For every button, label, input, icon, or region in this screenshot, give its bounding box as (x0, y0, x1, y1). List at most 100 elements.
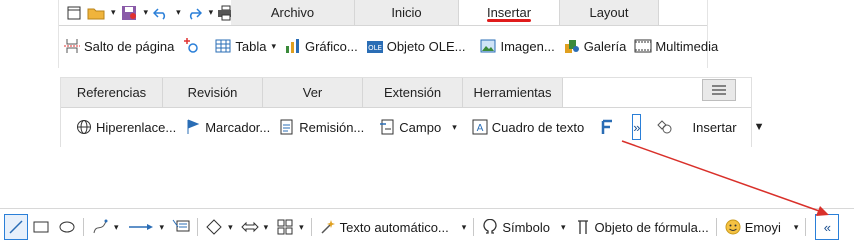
ole-object-button[interactable]: OLE Objeto OLE... (362, 33, 470, 59)
double-arrow-icon (240, 218, 259, 236)
image-button[interactable]: Imagen... (475, 33, 558, 59)
separator (197, 218, 199, 236)
callout-tool-button[interactable] (168, 214, 194, 240)
hyperlink-button[interactable]: Hiperenlace... (71, 114, 180, 140)
gallery-button[interactable]: Galería (559, 33, 631, 59)
curve-tool-button[interactable]: ▾ (87, 214, 123, 240)
shapes-icon (656, 118, 674, 136)
tab-insertar[interactable]: Insertar (459, 0, 559, 25)
formula-icon (574, 218, 592, 236)
ellipse-icon (58, 218, 76, 236)
tab-extension[interactable]: Extensión (363, 78, 463, 107)
rectangle-tool-button[interactable] (28, 214, 54, 240)
diamond-icon (205, 218, 223, 236)
bookmark-icon (184, 118, 202, 136)
flowchart-dropdown-icon[interactable]: ▾ (299, 222, 304, 233)
page-break-button[interactable]: Salto de página (59, 33, 178, 59)
basic-shapes-button[interactable]: ▾ (201, 214, 237, 240)
arrow-line-dropdown-icon[interactable]: ▾ (160, 222, 165, 233)
open-dropdown-icon[interactable]: ▾ (111, 7, 116, 18)
curve-icon (91, 218, 109, 236)
tab-row: Referencias Revisión Ver Extensión Herra… (61, 78, 751, 108)
multimedia-button[interactable]: Multimedia (630, 33, 722, 59)
tab-referencias[interactable]: Referencias (61, 78, 163, 107)
insert-field-button[interactable] (178, 33, 204, 59)
text-box-icon: A (471, 118, 489, 136)
tab-layout[interactable]: Layout (559, 0, 659, 25)
tab-archivo[interactable]: Archivo (231, 0, 355, 25)
menu-button[interactable] (702, 79, 736, 101)
basic-shapes-dropdown-icon[interactable]: ▾ (228, 222, 233, 233)
separator (310, 218, 312, 236)
line-icon (9, 220, 23, 234)
tab-revision[interactable]: Revisión (163, 78, 263, 107)
chart-icon (284, 37, 302, 55)
page-break-icon (63, 37, 81, 55)
quick-tab-row: ▾ ▾ ▾ ▾ Archivo Inicio Insertar Layout (59, 0, 707, 26)
omega-icon (481, 218, 499, 236)
drawing-toolbar: ▾ ▾ ▾ ▾ ▾ Texto automático... ▾ Símbolo … (0, 208, 854, 244)
block-arrows-dropdown-icon[interactable]: ▾ (264, 222, 269, 233)
formula-object-button[interactable]: Objeto de fórmula... (570, 214, 713, 240)
ole-object-icon: OLE (366, 37, 384, 55)
emoji-dropdown-icon[interactable]: ▾ (794, 222, 799, 233)
cross-reference-button[interactable]: Remisión... (274, 114, 368, 140)
block-arrows-button[interactable]: ▾ (237, 214, 273, 240)
table-icon (214, 37, 232, 55)
symbol-dropdown-icon[interactable]: ▾ (561, 222, 566, 233)
tab-herramientas[interactable]: Herramientas (463, 78, 563, 107)
insert-dropdown-icon[interactable]: ▼ (754, 121, 765, 133)
image-icon (479, 37, 497, 55)
autotext-dropdown-icon[interactable]: ▾ (462, 222, 467, 233)
arrow-line-tool-button[interactable]: ▾ (123, 214, 169, 240)
autotext-button[interactable]: Texto automático... ▾ (315, 214, 471, 240)
emoji-icon (724, 218, 742, 236)
separator (805, 218, 807, 236)
field-icon (378, 118, 396, 136)
tab-inicio[interactable]: Inicio (355, 0, 459, 25)
flowchart-icon (276, 218, 294, 236)
svg-text:OLE: OLE (368, 44, 382, 52)
autotext-icon (319, 218, 337, 236)
separator (83, 218, 84, 236)
save-dropdown-icon[interactable]: ▾ (144, 7, 149, 18)
fontwork-button[interactable] (588, 114, 626, 140)
svg-text:A: A (476, 123, 483, 134)
hamburger-icon (712, 85, 726, 95)
double-chevron-right-icon: » (633, 119, 641, 135)
fontwork-icon (598, 118, 616, 136)
new-document-icon[interactable] (65, 4, 83, 22)
flowchart-button[interactable]: ▾ (272, 214, 308, 240)
overflow-chevron-button[interactable]: » (632, 114, 642, 140)
bookmark-button[interactable]: Marcador... (180, 114, 274, 140)
multimedia-icon (634, 37, 652, 55)
cross-reference-icon (278, 118, 296, 136)
insert-tab-panel: ▾ ▾ ▾ ▾ Archivo Inicio Insertar Layout S… (58, 0, 718, 68)
curve-dropdown-icon[interactable]: ▾ (114, 222, 119, 233)
separator (473, 218, 475, 236)
text-box-button[interactable]: A Cuadro de texto (467, 114, 589, 140)
redo-icon[interactable] (185, 4, 203, 22)
tab-ver[interactable]: Ver (263, 78, 363, 107)
symbol-button[interactable]: Símbolo ▾ (477, 214, 569, 240)
ellipse-tool-button[interactable] (54, 214, 80, 240)
insert-shapes-icon-button[interactable] (652, 114, 678, 140)
table-button[interactable]: Tabla ▾ (210, 33, 280, 59)
arrow-line-icon (127, 218, 155, 236)
insert-dropdown-button[interactable]: Insertar ▼ (688, 114, 768, 140)
undo-icon[interactable] (152, 4, 170, 22)
double-chevron-left-icon: « (823, 219, 831, 235)
table-dropdown-icon[interactable]: ▾ (271, 41, 276, 52)
line-tool-button[interactable] (4, 214, 28, 240)
collapse-chevron-button[interactable]: « (815, 214, 840, 240)
chart-button[interactable]: Gráfico... (280, 33, 362, 59)
redo-dropdown-icon[interactable]: ▾ (209, 7, 214, 18)
field-dropdown-icon[interactable]: ▾ (452, 122, 457, 133)
field-icon (182, 37, 200, 55)
save-icon[interactable] (120, 4, 138, 22)
open-folder-icon[interactable] (87, 4, 105, 22)
gallery-icon (563, 37, 581, 55)
emoji-button[interactable]: Emoyi ▾ (720, 214, 803, 240)
undo-dropdown-icon[interactable]: ▾ (176, 7, 181, 18)
field-button[interactable]: Campo ▾ (374, 114, 460, 140)
